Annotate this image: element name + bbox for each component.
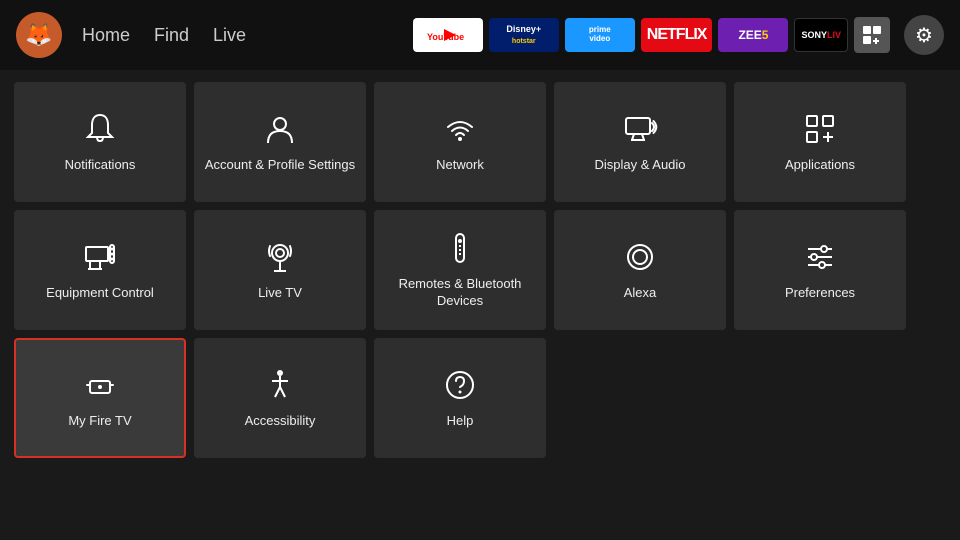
applications-label: Applications xyxy=(777,157,863,174)
app-prime-video[interactable]: primevideo xyxy=(565,18,635,52)
app-zee5[interactable]: ZEE5 xyxy=(718,18,788,52)
tv-icon xyxy=(82,239,118,275)
display-icon xyxy=(622,111,658,147)
remotes-bluetooth-label: Remotes & Bluetooth Devices xyxy=(374,276,546,310)
tile-preferences[interactable]: Preferences xyxy=(734,210,906,330)
app-shortcuts: YouTube Disney+hotstar primevideo NETFLI… xyxy=(413,17,890,53)
person-icon xyxy=(262,111,298,147)
all-apps-icon[interactable] xyxy=(854,17,890,53)
tile-remotes-bluetooth[interactable]: Remotes & Bluetooth Devices xyxy=(374,210,546,330)
grid-row-2: Equipment Control Live TV xyxy=(14,210,946,330)
settings-button[interactable]: ⚙ xyxy=(904,15,944,55)
tile-account-profile[interactable]: Account & Profile Settings xyxy=(194,82,366,202)
bell-icon xyxy=(82,111,118,147)
top-navigation: 🦊 Home Find Live YouTube Disney+hotstar … xyxy=(0,0,960,70)
svg-text:YouTube: YouTube xyxy=(427,32,464,42)
apps-icon xyxy=(802,111,838,147)
tile-accessibility[interactable]: Accessibility xyxy=(194,338,366,458)
tile-applications[interactable]: Applications xyxy=(734,82,906,202)
tile-equipment-control[interactable]: Equipment Control xyxy=(14,210,186,330)
wifi-icon xyxy=(442,111,478,147)
tile-notifications[interactable]: Notifications xyxy=(14,82,186,202)
sliders-icon xyxy=(802,239,838,275)
preferences-label: Preferences xyxy=(777,285,863,302)
app-sonyliv[interactable]: SONYLIV xyxy=(794,18,848,52)
accessibility-icon xyxy=(262,367,298,403)
logo: 🦊 xyxy=(16,12,62,58)
help-icon xyxy=(442,367,478,403)
tile-help[interactable]: Help xyxy=(374,338,546,458)
account-label: Account & Profile Settings xyxy=(197,157,363,174)
nav-find[interactable]: Find xyxy=(154,25,189,46)
alexa-icon xyxy=(622,239,658,275)
my-fire-tv-label: My Fire TV xyxy=(60,413,139,430)
firetv-icon xyxy=(82,367,118,403)
alexa-label: Alexa xyxy=(616,285,665,302)
app-youtube[interactable]: YouTube xyxy=(413,18,483,52)
equipment-control-label: Equipment Control xyxy=(38,285,162,302)
nav-home[interactable]: Home xyxy=(82,25,130,46)
accessibility-label: Accessibility xyxy=(237,413,324,430)
nav-links: Home Find Live xyxy=(82,25,246,46)
app-netflix[interactable]: NETFLIX xyxy=(641,18,713,52)
help-label: Help xyxy=(439,413,482,430)
remote-icon xyxy=(442,230,478,266)
tile-display-audio[interactable]: Display & Audio xyxy=(554,82,726,202)
tile-network[interactable]: Network xyxy=(374,82,546,202)
grid-row-3: My Fire TV Accessibility xyxy=(14,338,946,458)
nav-live[interactable]: Live xyxy=(213,25,246,46)
tile-my-fire-tv[interactable]: My Fire TV xyxy=(14,338,186,458)
app-disney-hotstar[interactable]: Disney+hotstar xyxy=(489,18,559,52)
tile-live-tv[interactable]: Live TV xyxy=(194,210,366,330)
network-label: Network xyxy=(428,157,492,174)
notifications-label: Notifications xyxy=(57,157,144,174)
settings-grid: Notifications Account & Profile Settings xyxy=(0,70,960,470)
antenna-icon xyxy=(262,239,298,275)
grid-row-1: Notifications Account & Profile Settings xyxy=(14,82,946,202)
tile-alexa[interactable]: Alexa xyxy=(554,210,726,330)
live-tv-label: Live TV xyxy=(250,285,310,302)
display-audio-label: Display & Audio xyxy=(586,157,693,174)
